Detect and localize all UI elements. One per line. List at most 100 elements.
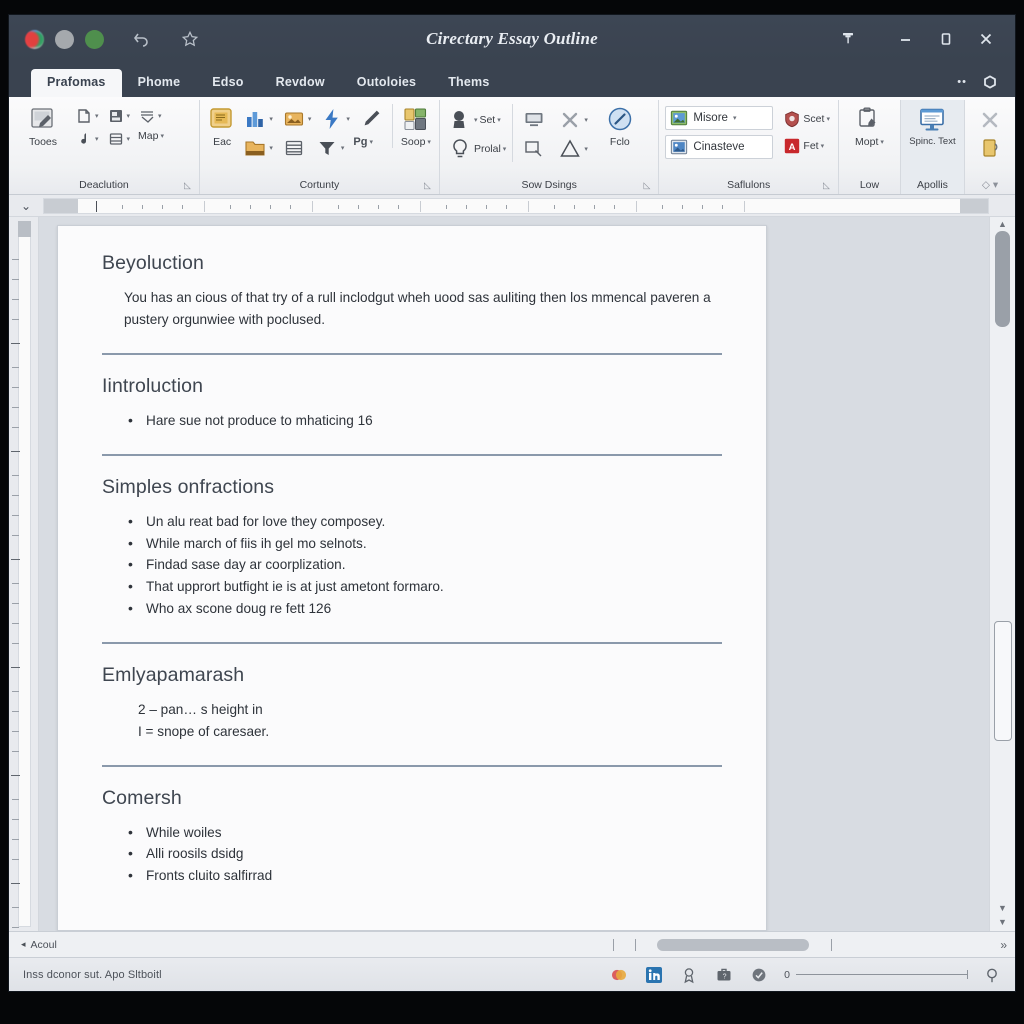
ribbon-button-book[interactable]: ▾ — [105, 129, 133, 149]
ribbon-button-filter[interactable]: ▾ — [313, 135, 347, 161]
chevron-down-icon[interactable]: ▾ — [584, 117, 588, 124]
ribbon-button-map[interactable]: Map ▾ — [136, 129, 166, 143]
chevron-down-icon[interactable]: ▾ — [474, 117, 478, 124]
ribbon-button-prolal[interactable]: Prolal ▾ — [446, 136, 508, 162]
chevron-down-icon[interactable]: ▾ — [497, 117, 501, 124]
ribbon-button-folder[interactable]: ▾ — [241, 135, 275, 161]
ribbon-button-pg[interactable]: Pg ▾ — [351, 135, 375, 149]
dot-green-icon[interactable] — [85, 29, 104, 49]
chevron-left-icon[interactable]: ◂ — [21, 939, 26, 950]
chevron-down-icon[interactable]: ▾ — [269, 116, 273, 123]
horizontal-scrollbar-thumb[interactable] — [657, 938, 809, 951]
ribbon-button-note[interactable]: ▾ — [105, 106, 133, 126]
briefcase-icon[interactable]: ? — [714, 965, 734, 985]
chevron-down-icon[interactable]: ▾ — [158, 113, 162, 120]
maximize-icon[interactable] — [927, 22, 965, 56]
chevron-down-icon[interactable]: ▾ — [427, 139, 431, 146]
dialog-launcher-icon[interactable]: ◺ — [184, 180, 191, 191]
pin-icon[interactable] — [829, 22, 867, 56]
mastercard-icon[interactable] — [609, 965, 629, 985]
chevron-down-icon[interactable]: ▾ — [821, 143, 825, 150]
tab-edso[interactable]: Edso — [196, 69, 259, 97]
undo-icon[interactable] — [129, 27, 153, 51]
outline-collapse-control[interactable]: ◂ Acoul — [9, 939, 57, 951]
vertical-ruler-handle[interactable] — [18, 221, 31, 237]
dot-gray-icon[interactable] — [55, 29, 74, 49]
scroll-next-page-icon[interactable]: ▼ — [998, 917, 1007, 927]
tab-prafomas[interactable]: Prafomas — [31, 69, 122, 97]
more-options-icon[interactable]: •• — [957, 76, 967, 88]
ribbon-button-eac[interactable]: Eac — [206, 104, 238, 148]
chevron-down-icon[interactable]: ▾ — [308, 116, 312, 123]
ribbon-button-scet[interactable]: Scet ▾ — [781, 109, 832, 129]
chevron-down-icon[interactable]: ▾ — [341, 145, 345, 152]
chevron-down-icon[interactable]: ▾ — [369, 139, 373, 146]
ribbon-button-triangle[interactable]: ▾ — [556, 136, 590, 162]
scroll-up-arrow-icon[interactable]: ▲ — [998, 219, 1007, 229]
horizontal-scroll-bar[interactable]: ◂ Acoul » — [9, 931, 1015, 957]
ribbon-button-close-x[interactable]: ▾ — [556, 107, 590, 133]
chevron-down-icon[interactable]: ▾ — [160, 133, 164, 140]
expand-right-icon[interactable]: » — [1000, 938, 1007, 952]
chevron-down-icon[interactable]: ▾ — [127, 113, 131, 120]
ribbon-button-soop[interactable]: Soop ▾ — [391, 104, 433, 148]
tab-revdow[interactable]: Revdow — [260, 69, 341, 97]
ribbon-button-book-yellow[interactable] — [978, 136, 1002, 160]
chevron-down-icon[interactable]: ▾ — [269, 145, 273, 152]
dialog-launcher-icon[interactable]: ◺ — [424, 180, 431, 191]
vertical-scrollbar-thumb[interactable] — [995, 231, 1010, 327]
minimize-icon[interactable] — [887, 22, 925, 56]
ribbon-button-mopt[interactable]: Mopt ▾ — [841, 104, 897, 148]
chevron-down-icon[interactable]: ▾ — [95, 136, 99, 143]
ribbon-button-page[interactable]: ▾ — [73, 106, 101, 126]
ribbon-gallery-cinasteve[interactable]: Cinasteve — [665, 135, 774, 159]
ribbon-button-zoom[interactable] — [520, 136, 548, 162]
ribbon-button-lightning[interactable]: ▾ — [318, 106, 352, 132]
ribbon-button-image[interactable]: ▾ — [280, 106, 314, 132]
vertical-scrollbar[interactable]: ▲ ▼ ▼ — [989, 217, 1015, 931]
ribbon-gallery-misore[interactable]: Misore ▾ — [665, 106, 774, 130]
ribbon-button-set[interactable]: ▾ Set ▾ — [446, 107, 508, 133]
shield-gray-icon[interactable] — [749, 965, 769, 985]
scrollbar-page-box[interactable] — [994, 621, 1012, 741]
star-icon[interactable] — [178, 27, 202, 51]
chevron-down-icon[interactable]: ▾ — [346, 116, 350, 123]
chevron-down-icon[interactable]: ▾ — [826, 116, 830, 123]
chevron-down-icon[interactable]: ▾ — [95, 113, 99, 120]
scroll-down-arrow-icon[interactable]: ▼ — [998, 903, 1007, 913]
ribbon-button-fet[interactable]: A Fet ▾ — [781, 136, 832, 156]
document-page[interactable]: Beyoluction You has an cious of that try… — [57, 225, 767, 931]
horizontal-ruler[interactable] — [43, 197, 989, 214]
tab-phome[interactable]: Phome — [122, 69, 197, 97]
app-dot-multicolor-icon[interactable] — [25, 29, 44, 49]
ribbon-button-layout[interactable]: ▾ — [136, 106, 164, 126]
magnifier-icon[interactable] — [983, 965, 1003, 985]
horizontal-scroll-track[interactable] — [609, 938, 981, 951]
chevron-down-icon[interactable]: ▾ — [733, 115, 737, 122]
ribbon-button-fclo[interactable]: Fclo — [594, 104, 646, 148]
help-icon[interactable] — [981, 73, 999, 91]
ribbon-button-spinc-text[interactable]: Spinc. Text — [903, 104, 961, 147]
ribbon-button-pen[interactable] — [357, 106, 385, 132]
tab-outoloies[interactable]: Outoloies — [341, 69, 432, 97]
zoom-slider[interactable] — [796, 970, 968, 979]
document-canvas[interactable]: Beyoluction You has an cious of that try… — [39, 217, 989, 931]
ribbon-button-tooes[interactable]: Tooes — [15, 104, 71, 148]
chevron-down-icon[interactable]: ▾ — [503, 146, 507, 153]
ribbon-button-close-x-trailing[interactable] — [978, 108, 1002, 132]
chevron-down-icon[interactable]: ▾ — [127, 136, 131, 143]
zoom-control[interactable]: 0 — [784, 969, 968, 981]
chevron-down-icon[interactable]: ▾ — [880, 139, 884, 146]
ribbon-button-monitor[interactable] — [520, 107, 548, 133]
tab-thems[interactable]: Thems — [432, 69, 505, 97]
close-icon[interactable] — [967, 22, 1005, 56]
linkedin-icon[interactable] — [644, 965, 664, 985]
ribbon-button-music[interactable]: ▾ — [73, 129, 101, 149]
award-icon[interactable] — [679, 965, 699, 985]
dialog-launcher-icon[interactable]: ◺ — [823, 180, 830, 191]
chevron-down-icon[interactable]: ▾ — [584, 146, 588, 153]
dialog-launcher-icon[interactable]: ◺ — [644, 180, 651, 191]
vertical-ruler[interactable] — [9, 217, 39, 931]
ribbon-button-table[interactable] — [280, 135, 308, 161]
ribbon-button-chart[interactable]: ▾ — [241, 106, 275, 132]
